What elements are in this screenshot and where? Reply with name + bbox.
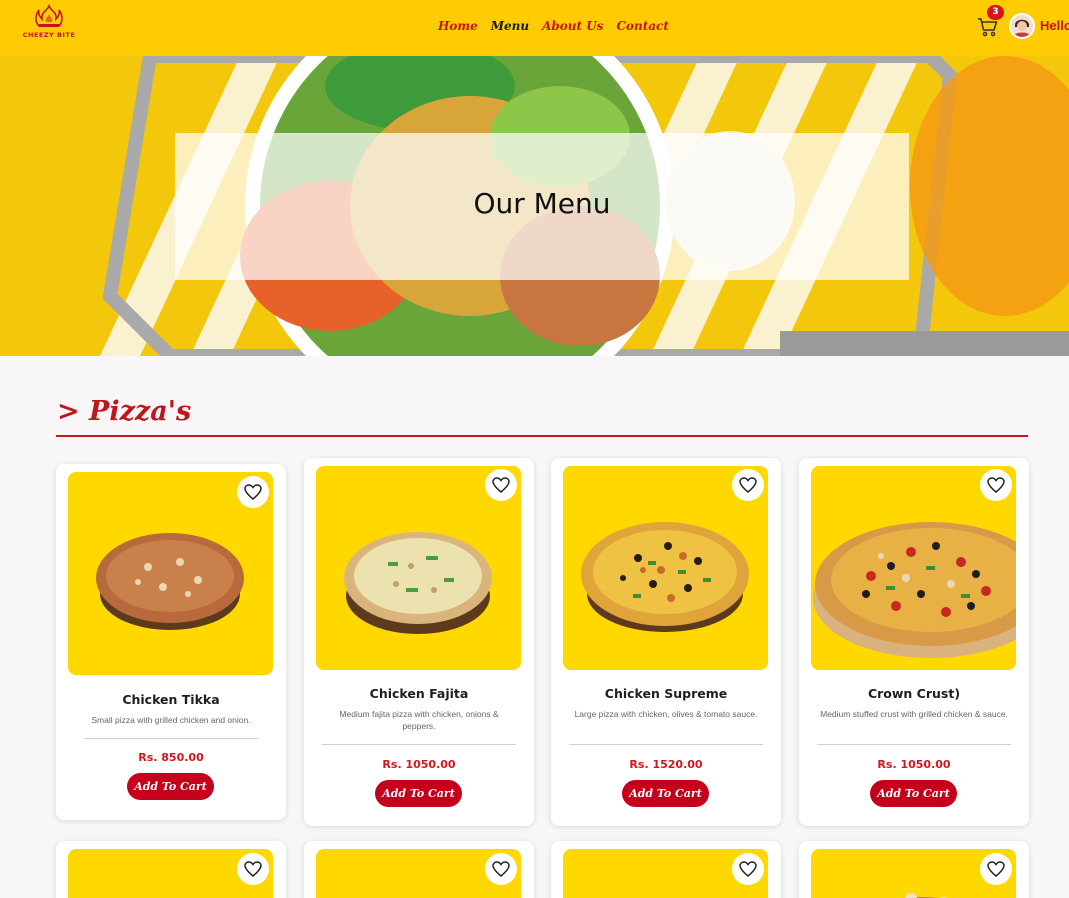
navbar: CHEEZY BITE Home Menu About Us Contact 3… <box>0 0 1069 56</box>
favorite-button[interactable] <box>980 469 1012 501</box>
favorite-button[interactable] <box>237 476 269 508</box>
product-price: Rs. 1050.00 <box>382 758 456 771</box>
nav-contact[interactable]: Contact <box>616 19 668 33</box>
heart-icon <box>987 861 1005 877</box>
favorite-button[interactable] <box>732 469 764 501</box>
product-card: Crown Crust) Medium stuffed crust with g… <box>799 458 1029 826</box>
heart-icon <box>987 477 1005 493</box>
product-description: Small pizza with grilled chicken and oni… <box>91 715 251 725</box>
product-description: Medium stuffed crust with grilled chicke… <box>820 709 1008 719</box>
nav-home[interactable]: Home <box>438 19 478 33</box>
product-card: Chicken Supreme Large pizza with chicken… <box>551 458 781 826</box>
brand-name: CHEEZY BITE <box>22 31 76 39</box>
product-card <box>304 841 534 898</box>
favorite-button[interactable] <box>485 469 517 501</box>
add-to-cart-button[interactable]: Add To Cart <box>127 773 214 800</box>
add-to-cart-button[interactable]: Add To Cart <box>870 780 957 807</box>
product-card <box>56 841 286 898</box>
avatar[interactable] <box>1009 13 1035 39</box>
heart-icon <box>492 861 510 877</box>
hero-title-panel: Our Menu <box>175 133 909 280</box>
product-description: Medium fajita pizza with chicken, onions… <box>339 709 499 731</box>
cart-count-badge: 3 <box>987 5 1004 20</box>
product-description: Large pizza with chicken, olives & tomat… <box>574 709 758 719</box>
card-divider <box>569 744 763 745</box>
favorite-button[interactable] <box>237 853 269 885</box>
add-to-cart-button[interactable]: Add To Cart <box>375 780 462 807</box>
product-price: Rs. 1520.00 <box>629 758 703 771</box>
section-divider <box>56 435 1028 437</box>
heart-icon <box>739 477 757 493</box>
product-card: Chicken Fajita Medium fajita pizza with … <box>304 458 534 826</box>
user-avatar-icon <box>1011 15 1033 37</box>
greeting-text: Hello <box>1040 18 1069 33</box>
card-divider <box>817 744 1011 745</box>
product-price: Rs. 1050.00 <box>877 758 951 771</box>
main-nav: Home Menu About Us Contact <box>438 19 669 33</box>
product-name: Crown Crust) <box>867 686 961 701</box>
section-title-pizzas: > Pizza's <box>57 396 192 427</box>
hero-banner: Our Menu <box>0 56 1069 356</box>
page-title: Our Menu <box>473 187 611 220</box>
card-divider <box>84 738 258 739</box>
brand-logo[interactable]: CHEEZY BITE <box>20 4 78 40</box>
product-name: Chicken Tikka <box>122 692 220 707</box>
card-divider <box>322 744 516 745</box>
favorite-button[interactable] <box>732 853 764 885</box>
favorite-button[interactable] <box>980 853 1012 885</box>
product-card <box>551 841 781 898</box>
heart-icon <box>492 477 510 493</box>
flame-icon <box>35 4 63 27</box>
heart-icon <box>244 861 262 877</box>
product-name: Chicken Supreme <box>604 686 728 701</box>
product-card: Chicken Tikka Small pizza with grilled c… <box>56 464 286 820</box>
nav-about-us[interactable]: About Us <box>542 19 603 33</box>
product-card <box>799 841 1029 898</box>
nav-menu[interactable]: Menu <box>491 19 529 33</box>
add-to-cart-button[interactable]: Add To Cart <box>622 780 709 807</box>
heart-icon <box>244 484 262 500</box>
product-name: Chicken Fajita <box>369 686 469 701</box>
favorite-button[interactable] <box>485 853 517 885</box>
product-price: Rs. 850.00 <box>138 751 204 764</box>
heart-icon <box>739 861 757 877</box>
